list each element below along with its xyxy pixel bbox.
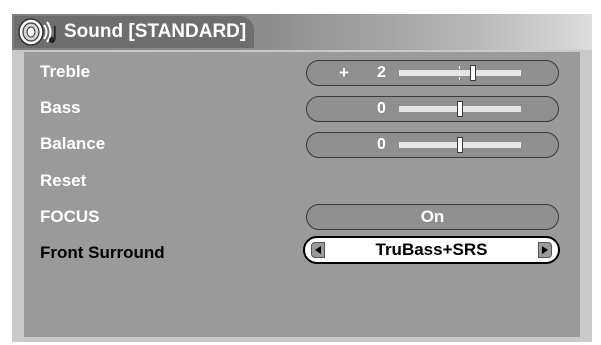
focus-label[interactable]: FOCUS <box>40 203 100 231</box>
bass-label[interactable]: Bass <box>40 94 81 122</box>
reset-item[interactable]: Reset <box>40 167 86 195</box>
balance-value: 0 <box>377 136 386 153</box>
bass-thumb[interactable] <box>457 101 463 117</box>
menu-body <box>24 52 580 337</box>
treble-slider[interactable]: + 2 <box>306 60 559 86</box>
balance-track <box>399 137 521 153</box>
speaker-icon <box>18 18 56 46</box>
front-surround-label[interactable]: Front Surround <box>40 239 165 267</box>
balance-thumb[interactable] <box>457 137 463 153</box>
focus-value: On <box>420 207 445 226</box>
balance-slider[interactable]: 0 <box>306 132 559 158</box>
treble-thumb[interactable] <box>470 65 476 81</box>
focus-toggle[interactable]: On <box>306 204 559 230</box>
front-surround-value: TruBass+SRS <box>375 240 488 259</box>
balance-label[interactable]: Balance <box>40 130 105 158</box>
bass-slider[interactable]: 0 <box>306 96 559 122</box>
treble-center-mark <box>459 66 461 80</box>
treble-value: 2 <box>377 64 386 81</box>
right-arrow-icon[interactable] <box>538 242 552 258</box>
bass-value: 0 <box>377 100 386 117</box>
front-surround-selector[interactable]: TruBass+SRS <box>303 236 560 264</box>
treble-sign: + <box>339 63 349 82</box>
treble-label[interactable]: Treble <box>40 58 90 86</box>
treble-track <box>399 65 521 81</box>
menu-title: Sound [STANDARD] <box>64 21 247 42</box>
bass-track <box>399 101 521 117</box>
